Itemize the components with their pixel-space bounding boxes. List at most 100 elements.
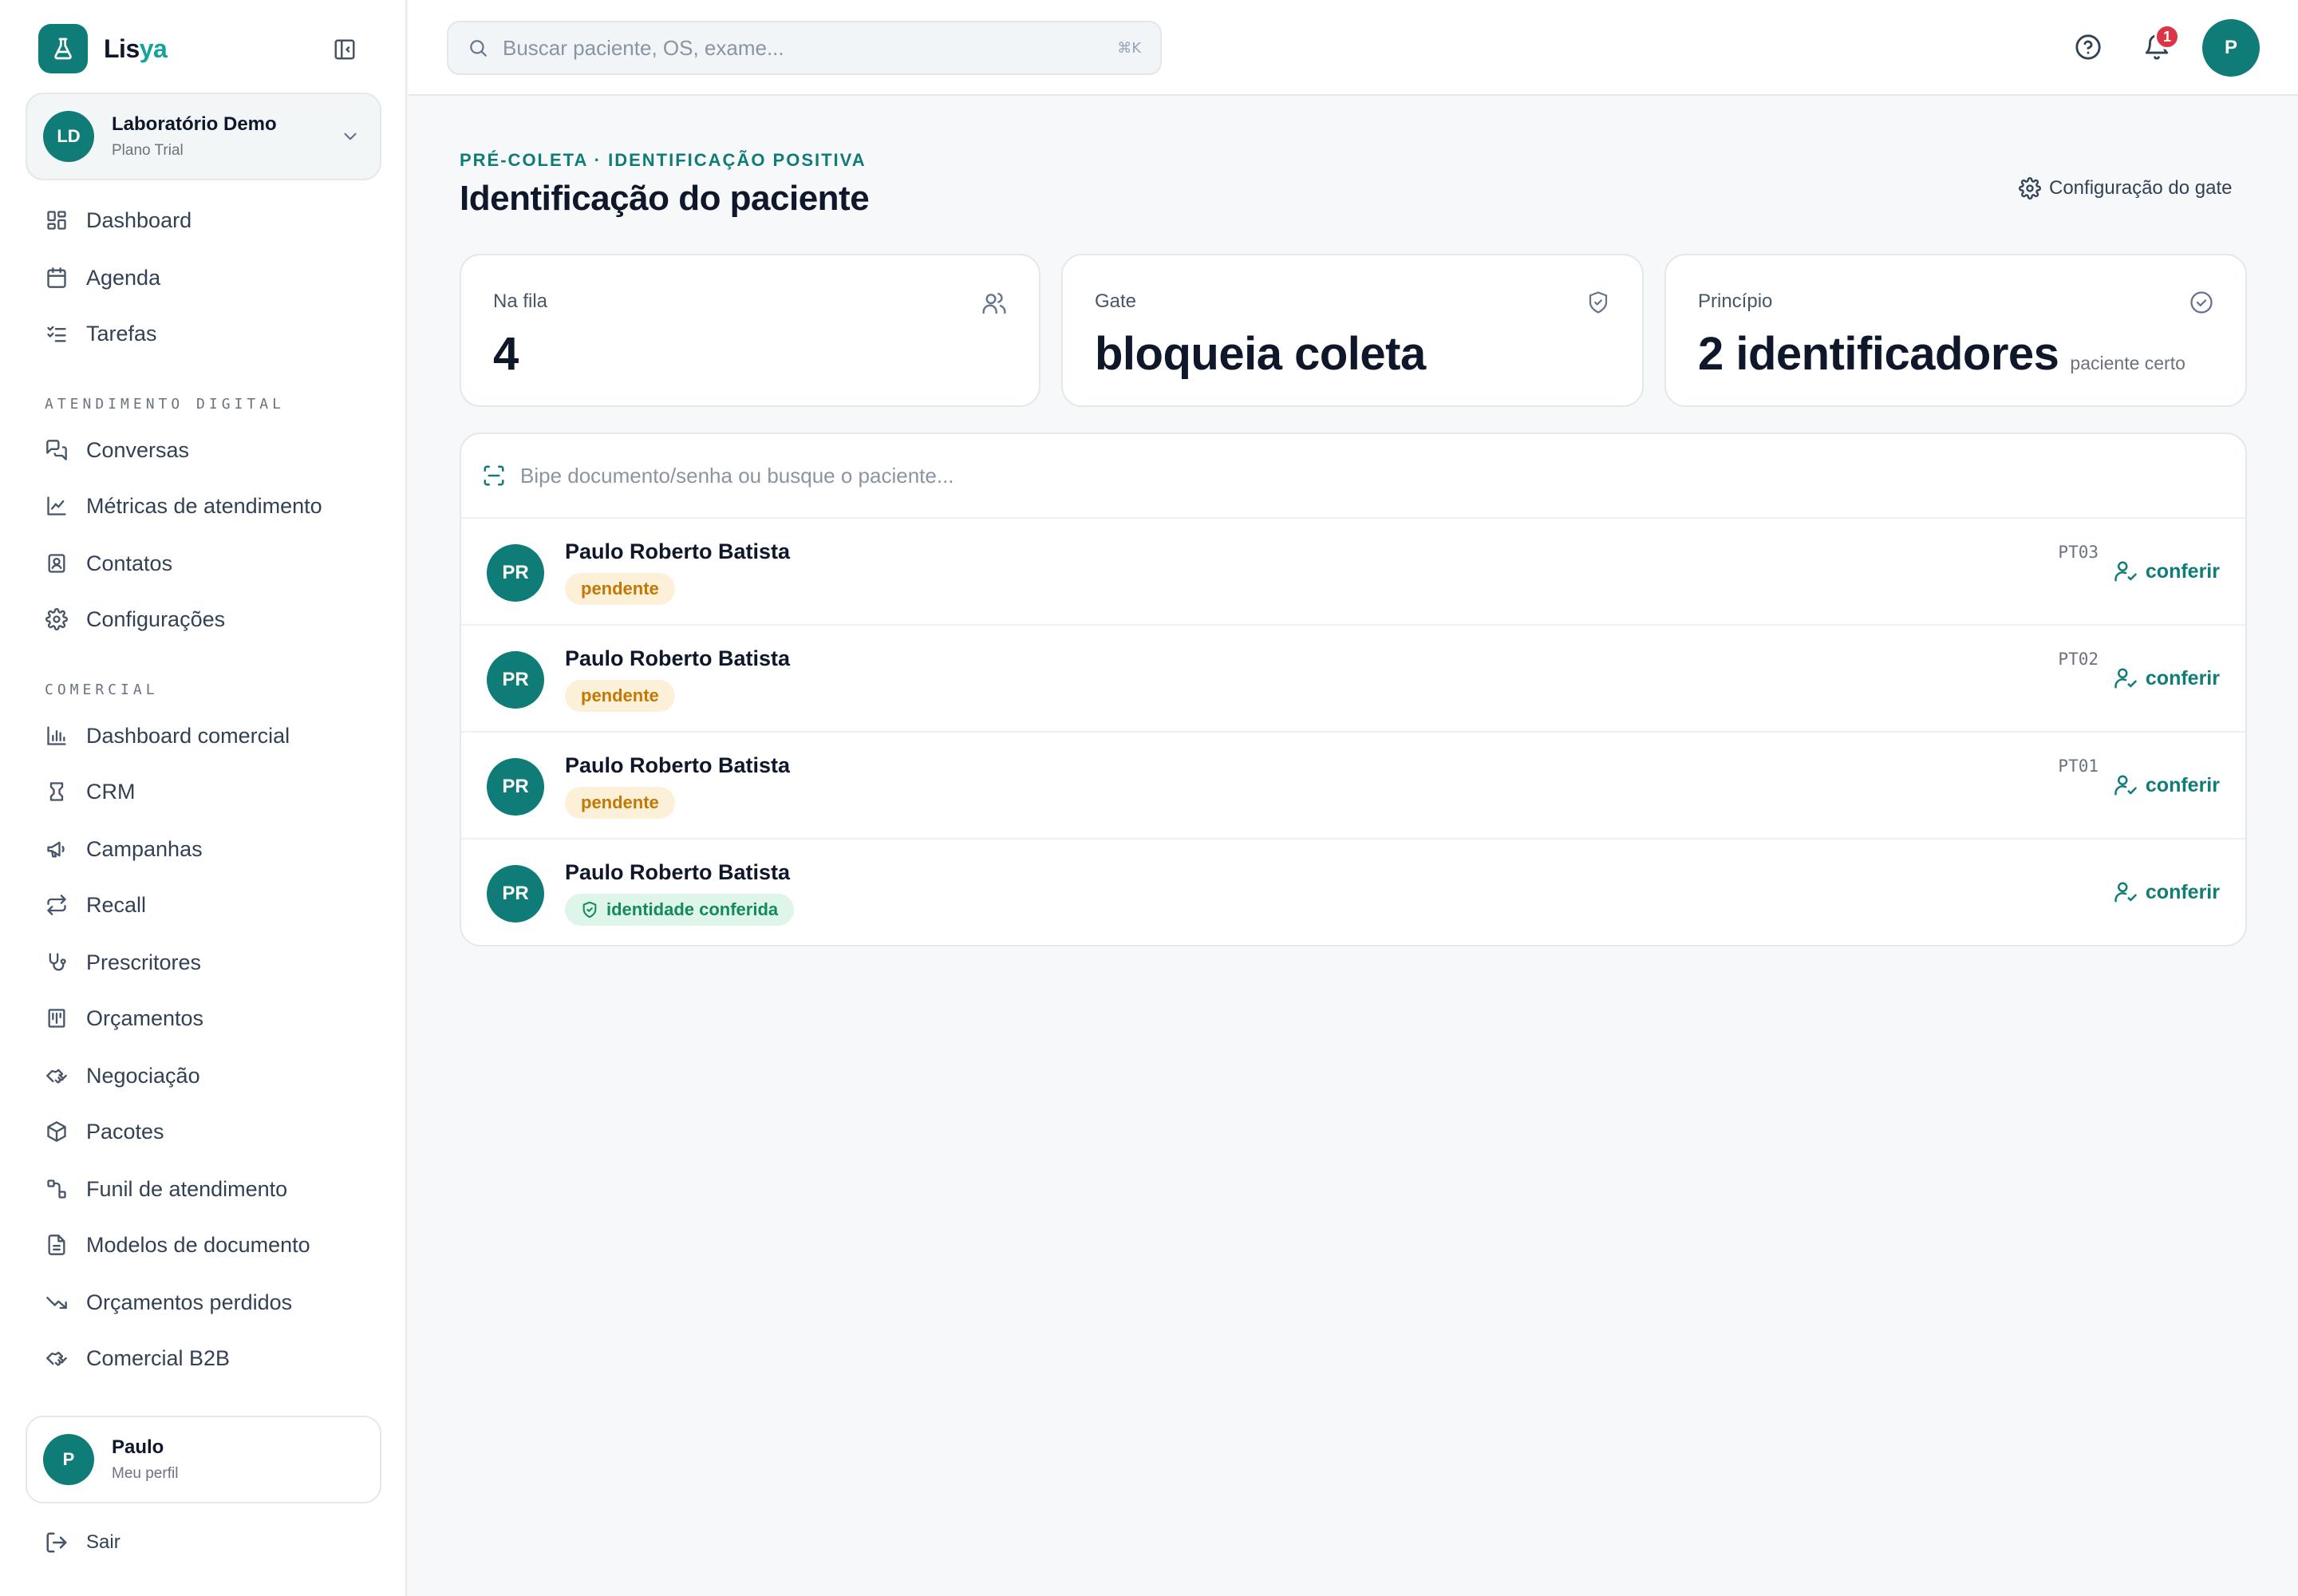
flask-icon [38, 24, 88, 73]
nav-item-comercial-b2b[interactable]: Comercial B2B [45, 1341, 230, 1376]
receipt-icon [45, 1006, 69, 1030]
nav-item-dashboard[interactable]: Dashboard [45, 203, 192, 238]
stat-label: Princípio [1698, 290, 1773, 312]
trending-down-icon [45, 1290, 69, 1314]
organization-name: Laboratório Demo [112, 113, 277, 135]
crm-icon [45, 780, 69, 804]
stat-card-gate: Gate bloqueia coleta [1061, 254, 1644, 407]
page-eyebrow: PRÉ-COLETA · IDENTIFICAÇÃO POSITIVA [460, 150, 867, 170]
contacts-icon [45, 551, 69, 575]
logout-button[interactable]: Sair [45, 1527, 120, 1558]
search-shortcut: ⌘K [1117, 40, 1141, 57]
document-icon [45, 1233, 69, 1257]
collapse-sidebar-icon[interactable] [330, 35, 359, 64]
user-check-icon [2114, 666, 2138, 690]
profile-avatar: P [43, 1434, 94, 1485]
profile-card[interactable]: P Paulo Meu perfil [26, 1416, 381, 1503]
table-row: PR Paulo Roberto Batista pendente PT03 c… [461, 519, 2245, 626]
scan-placeholder: Bipe documento/senha ou busque o pacient… [520, 463, 954, 488]
nav-item-negociacao[interactable]: Negociação [45, 1058, 200, 1093]
brand-name: Lisya [104, 34, 168, 63]
stat-value: 2 identificadores paciente certo [1698, 328, 2185, 380]
table-row: PR Paulo Roberto Batista pendente PT02 c… [461, 626, 2245, 733]
package-icon [45, 1120, 69, 1144]
patient-code: PT01 [2058, 757, 2099, 776]
status-badge: pendente [565, 680, 675, 712]
nav-item-modelos[interactable]: Modelos de documento [45, 1227, 310, 1262]
stat-value: 4 [493, 328, 519, 380]
nav-item-conversas[interactable]: Conversas [45, 433, 189, 468]
search-icon [468, 38, 488, 58]
scan-input[interactable]: Bipe documento/senha ou busque o pacient… [461, 434, 2245, 519]
user-check-icon [2114, 773, 2138, 797]
patient-avatar: PR [487, 544, 544, 602]
nav-item-tarefas[interactable]: Tarefas [45, 316, 157, 351]
stat-value: bloqueia coleta [1095, 328, 1426, 380]
stethoscope-icon [45, 950, 69, 974]
profile-name: Paulo [112, 1436, 164, 1458]
patient-code: PT02 [2058, 650, 2099, 669]
patient-code: PT03 [2058, 543, 2099, 562]
nav-item-crm[interactable]: CRM [45, 774, 136, 809]
stat-sub: paciente certo [2070, 353, 2185, 373]
status-badge: identidade conferida [565, 894, 795, 926]
nav-item-recall[interactable]: Recall [45, 887, 146, 922]
nav-item-metricas[interactable]: Métricas de atendimento [45, 488, 322, 523]
gear-icon [2019, 177, 2041, 200]
shield-check-icon [581, 901, 598, 918]
shield-icon [1586, 290, 1610, 314]
chevron-down-icon [340, 126, 361, 147]
table-row: PR Paulo Roberto Batista pendente PT01 c… [461, 733, 2245, 839]
megaphone-icon [45, 837, 69, 861]
conferir-button[interactable]: conferir [2114, 557, 2220, 586]
organization-switcher[interactable]: LD Laboratório Demo Plano Trial [26, 93, 381, 180]
nav-item-configuracoes[interactable]: Configurações [45, 602, 225, 637]
nav-item-campanhas[interactable]: Campanhas [45, 832, 203, 867]
notification-badge: 1 [2154, 24, 2180, 49]
sidebar: Lisya LD Laboratório Demo Plano Trial Da… [0, 0, 407, 1596]
patient-name: Paulo Roberto Batista [565, 539, 791, 563]
user-check-icon [2114, 559, 2138, 583]
nav-section-comercial: COMERCIAL [45, 681, 159, 698]
status-badge: pendente [565, 573, 675, 605]
brand[interactable]: Lisya [38, 24, 168, 73]
gate-config-button[interactable]: Configuração do gate [2019, 176, 2233, 201]
handshake-icon [45, 1064, 69, 1088]
help-icon[interactable] [2075, 34, 2102, 61]
repeat-icon [45, 893, 69, 917]
scan-icon [482, 464, 506, 488]
stat-card-principle: Princípio 2 identificadores paciente cert… [1664, 254, 2247, 407]
nav-item-pacotes[interactable]: Pacotes [45, 1114, 164, 1149]
nav-item-agenda[interactable]: Agenda [45, 260, 160, 295]
conferir-button[interactable]: conferir [2114, 664, 2220, 693]
patient-avatar: PR [487, 758, 544, 816]
patient-avatar: PR [487, 651, 544, 709]
organization-plan: Plano Trial [112, 142, 184, 159]
status-badge: pendente [565, 787, 675, 819]
user-check-icon [2114, 880, 2138, 904]
line-chart-icon [45, 494, 69, 518]
profile-link: Meu perfil [112, 1465, 179, 1482]
conferir-button[interactable]: conferir [2114, 771, 2220, 800]
nav-item-orcamentos[interactable]: Orçamentos [45, 1001, 203, 1036]
nav-item-funil[interactable]: Funil de atendimento [45, 1171, 287, 1207]
stat-label: Na fila [493, 290, 548, 312]
checklist-icon [45, 322, 69, 346]
user-avatar[interactable]: P [2202, 19, 2260, 77]
nav-item-prescritores[interactable]: Prescritores [45, 945, 201, 980]
nav-item-orcamentos-perdidos[interactable]: Orçamentos perdidos [45, 1285, 292, 1320]
handshake-icon [45, 1346, 69, 1370]
nav-item-dashboard-comercial[interactable]: Dashboard comercial [45, 718, 290, 753]
patient-name: Paulo Roberto Batista [565, 860, 791, 884]
nav-item-contatos[interactable]: Contatos [45, 546, 172, 581]
patient-queue: Bipe documento/senha ou busque o pacient… [460, 433, 2247, 946]
users-icon [981, 290, 1007, 316]
conferir-button[interactable]: conferir [2114, 878, 2220, 907]
patient-name: Paulo Roberto Batista [565, 753, 791, 777]
logout-icon [45, 1531, 69, 1555]
stat-label: Gate [1095, 290, 1137, 312]
global-search-input[interactable]: Buscar paciente, OS, exame... ⌘K [447, 21, 1162, 75]
topbar: Buscar paciente, OS, exame... ⌘K 1 P [409, 0, 2298, 96]
funnel-icon [45, 1177, 69, 1201]
nav-section-atendimento-digital: ATENDIMENTO DIGITAL [45, 396, 285, 413]
